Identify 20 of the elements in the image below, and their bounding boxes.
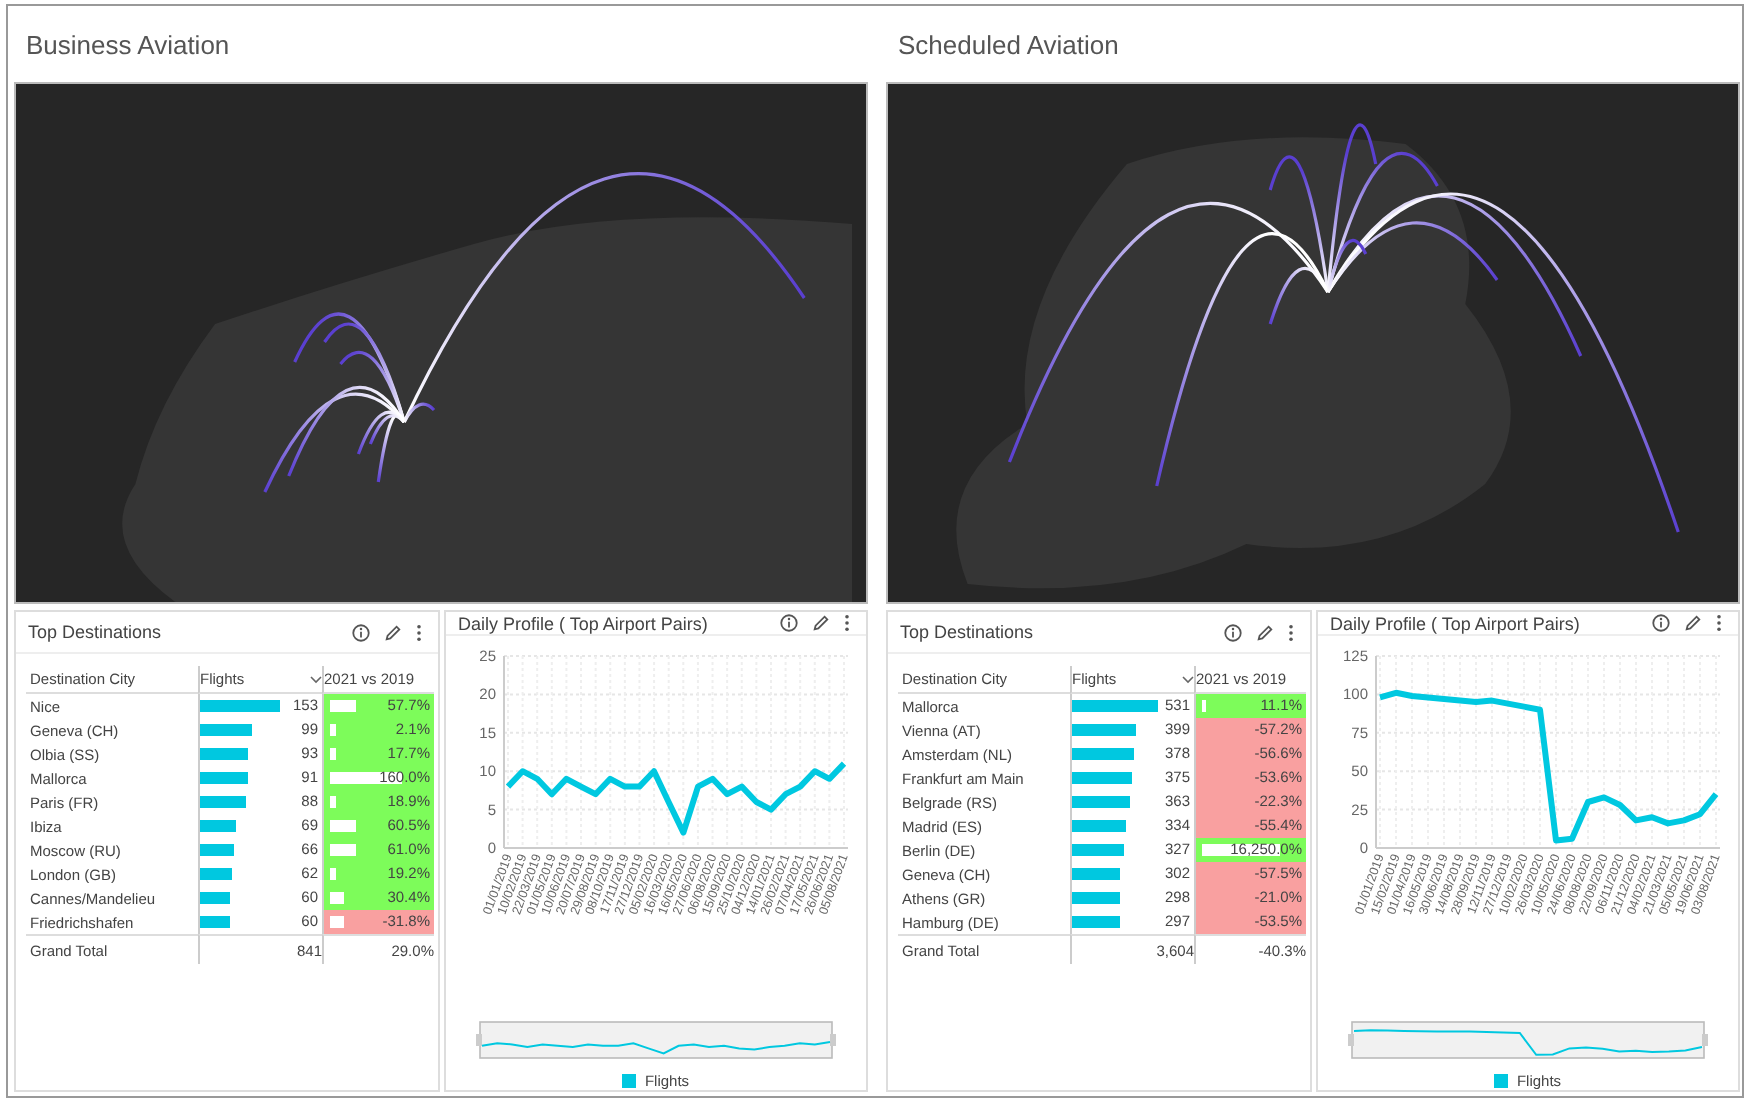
info-icon[interactable] xyxy=(352,623,370,641)
info-icon[interactable] xyxy=(1224,623,1242,641)
more-icon[interactable] xyxy=(416,623,422,641)
pencil-icon[interactable] xyxy=(1256,623,1274,641)
info-icon[interactable] xyxy=(1652,614,1670,632)
pencil-icon[interactable] xyxy=(384,623,402,641)
more-icon[interactable] xyxy=(1716,614,1722,632)
panel-title: Daily Profile ( Top Airport Pairs) xyxy=(458,613,710,633)
chevron-down-icon[interactable] xyxy=(1182,675,1194,683)
panel-title: Top Destinations xyxy=(28,622,164,642)
pencil-icon[interactable] xyxy=(1684,614,1702,632)
panel-title: Daily Profile ( Top Airport Pairs) xyxy=(1330,613,1582,633)
chevron-down-icon[interactable] xyxy=(310,675,322,683)
more-icon[interactable] xyxy=(844,614,850,632)
section-title: Scheduled Aviation xyxy=(896,27,1121,63)
more-icon[interactable] xyxy=(1288,623,1294,641)
panel-title: Top Destinations xyxy=(900,622,1036,642)
info-icon[interactable] xyxy=(780,614,798,632)
section-title: Business Aviation xyxy=(24,27,232,63)
pencil-icon[interactable] xyxy=(812,614,830,632)
